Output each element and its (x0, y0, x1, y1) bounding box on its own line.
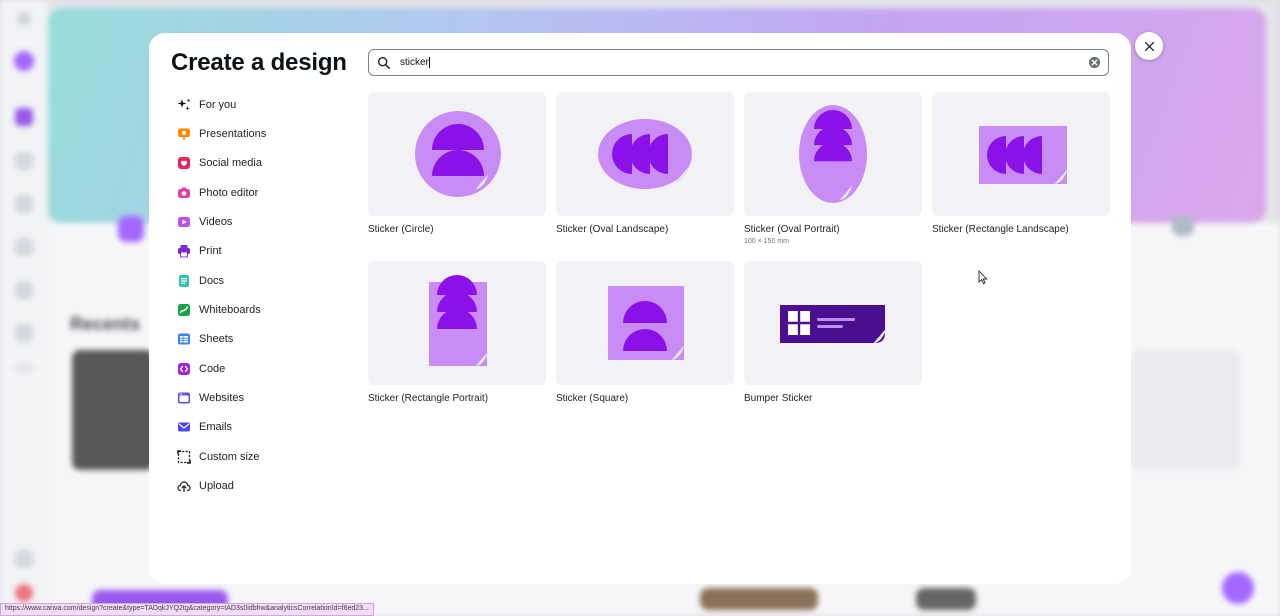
nav-item-custom-size[interactable]: Custom size (171, 442, 351, 471)
result-card-label: Sticker (Circle) (368, 224, 434, 235)
nav-item-label: For you (199, 98, 237, 111)
printer-icon (177, 244, 191, 258)
close-button[interactable] (1135, 32, 1163, 60)
sheet-icon (177, 332, 191, 346)
result-card-label: Sticker (Square) (556, 393, 629, 404)
search-icon (377, 56, 391, 70)
nav-item-label: Photo editor (199, 186, 259, 199)
nav-item-print[interactable]: Print (171, 237, 351, 266)
nav-item-label: Sheets (199, 333, 234, 346)
create-design-modal: Create a design For you Presentations Soci… (149, 33, 1131, 584)
nav-item-label: Custom size (199, 450, 260, 463)
website-icon (177, 391, 191, 405)
heart-icon (177, 156, 191, 170)
code-icon (177, 362, 191, 376)
sticker-thumbnail (744, 92, 922, 216)
email-icon (177, 420, 191, 434)
custom-size-icon (177, 449, 191, 464)
sticker-thumbnail (932, 92, 1110, 216)
nav-item-sheets[interactable]: Sheets (171, 325, 351, 354)
result-card-square[interactable]: Sticker (Square) (556, 261, 734, 404)
whiteboard-icon (177, 303, 191, 317)
nav-item-emails[interactable]: Emails (171, 413, 351, 442)
nav-item-label: Videos (199, 215, 233, 228)
result-card-oval-landscape[interactable]: Sticker (Oval Landscape) (556, 92, 734, 235)
sparkle-icon (177, 98, 191, 112)
result-card-dimensions: 100 × 150 mm (744, 238, 789, 245)
upload-icon (177, 479, 191, 493)
close-icon (1144, 41, 1155, 52)
result-card-circle[interactable]: Sticker (Circle) (368, 92, 546, 235)
sticker-thumbnail (556, 261, 734, 385)
sticker-thumbnail (744, 261, 922, 385)
nav-item-label: Code (199, 362, 226, 375)
nav-item-social-media[interactable]: Social media (171, 149, 351, 178)
nav-item-label: Social media (199, 157, 262, 170)
result-card-label: Sticker (Rectangle Portrait) (368, 393, 489, 404)
nav-item-docs[interactable]: Docs (171, 266, 351, 295)
result-card-bumper[interactable]: Bumper Sticker (744, 261, 922, 404)
result-card-rect-portrait[interactable]: Sticker (Rectangle Portrait) (368, 261, 546, 404)
doc-icon (177, 274, 191, 288)
result-card-label: Sticker (Oval Landscape) (556, 224, 669, 235)
search-input-value: sticker (400, 57, 429, 68)
camera-icon (177, 186, 191, 200)
sticker-thumbnail (368, 261, 546, 385)
sticker-thumbnail (556, 92, 734, 216)
nav-item-label: Emails (199, 421, 233, 434)
result-card-rect-landscape[interactable]: Sticker (Rectangle Landscape) (932, 92, 1110, 235)
nav-item-label: Docs (199, 274, 225, 287)
nav-item-videos[interactable]: Videos (171, 207, 351, 236)
nav-item-upload[interactable]: Upload (171, 471, 351, 500)
category-nav: For you Presentations Social media Photo ed… (171, 90, 351, 501)
sticker-thumbnail (368, 92, 546, 216)
search-input[interactable]: sticker (368, 49, 1109, 76)
presentation-icon (177, 127, 191, 141)
nav-item-label: Websites (199, 391, 245, 404)
nav-item-label: Print (199, 245, 222, 258)
clear-icon[interactable] (1088, 56, 1101, 69)
nav-item-code[interactable]: Code (171, 354, 351, 383)
mouse-pointer-icon (978, 270, 988, 285)
nav-item-websites[interactable]: Websites (171, 383, 351, 412)
nav-item-presentations[interactable]: Presentations (171, 119, 351, 148)
result-card-label: Sticker (Oval Portrait) (744, 224, 840, 235)
modal-title: Create a design (171, 49, 347, 76)
nav-item-photo-editor[interactable]: Photo editor (171, 178, 351, 207)
result-card-label: Sticker (Rectangle Landscape) (932, 224, 1069, 235)
text-caret (428, 57, 430, 68)
nav-item-whiteboards[interactable]: Whiteboards (171, 295, 351, 324)
result-card-label: Bumper Sticker (744, 393, 813, 404)
video-icon (177, 215, 191, 229)
nav-item-label: Presentations (199, 127, 267, 140)
status-bar-url: https://www.canva.com/design?create&type… (0, 603, 374, 616)
nav-item-label: Whiteboards (199, 303, 261, 316)
nav-item-label: Upload (199, 479, 234, 492)
nav-item-for-you[interactable]: For you (171, 90, 351, 119)
result-card-oval-portrait[interactable]: Sticker (Oval Portrait) 100 × 150 mm (744, 92, 922, 245)
